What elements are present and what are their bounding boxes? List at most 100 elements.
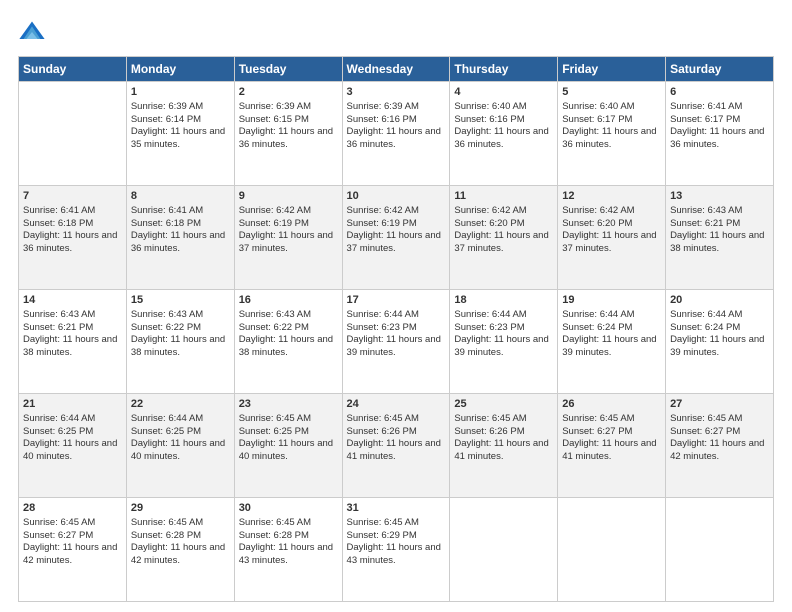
day-cell: 27Sunrise: 6:45 AM Sunset: 6:27 PMDayligh… xyxy=(666,394,774,498)
daylight: Daylight: 11 hours and 36 minutes. xyxy=(131,230,225,254)
day-number: 13 xyxy=(670,189,769,204)
day-number: 8 xyxy=(131,189,230,204)
sunrise: Sunrise: 6:40 AM xyxy=(562,101,634,112)
sunrise: Sunrise: 6:39 AM xyxy=(347,101,419,112)
sunrise: Sunrise: 6:39 AM xyxy=(131,101,203,112)
sunrise: Sunrise: 6:45 AM xyxy=(23,517,95,528)
sunrise: Sunrise: 6:42 AM xyxy=(239,205,311,216)
daylight: Daylight: 11 hours and 37 minutes. xyxy=(562,230,656,254)
sunset: Sunset: 6:20 PM xyxy=(562,218,632,229)
day-cell: 9Sunrise: 6:42 AMSunset: 6:19 PMDaylight… xyxy=(234,186,342,290)
daylight: Daylight: 11 hours and 36 minutes. xyxy=(670,126,764,150)
sunrise: Sunrise: 6:43 AM xyxy=(239,309,311,320)
day-cell: 19Sunrise: 6:44 AMSunset: 6:24 PMDayligh… xyxy=(558,290,666,394)
week-row-5: 28Sunrise: 6:45 AMSunset: 6:27 PMDayligh… xyxy=(19,498,774,602)
sunrise: Sunrise: 6:45 AM xyxy=(239,517,311,528)
day-number: 5 xyxy=(562,85,661,100)
daylight: Daylight: 11 hours and 39 minutes. xyxy=(454,334,548,358)
day-cell: 15Sunrise: 6:43 AMSunset: 6:22 PMDayligh… xyxy=(126,290,234,394)
day-cell xyxy=(19,82,127,186)
daylight: Daylight: 11 hours and 36 minutes. xyxy=(562,126,656,150)
day-number: 21 xyxy=(23,397,122,412)
sunset: Sunset: 6:26 PM xyxy=(454,426,524,437)
sunrise: Sunrise: 6:40 AM xyxy=(454,101,526,112)
sunset: Sunset: 6:19 PM xyxy=(239,218,309,229)
day-number: 28 xyxy=(23,501,122,516)
weekday-header-monday: Monday xyxy=(126,57,234,82)
day-number: 12 xyxy=(562,189,661,204)
day-cell: 23Sunrise: 6:45 AMSunset: 6:25 PMDayligh… xyxy=(234,394,342,498)
day-number: 10 xyxy=(347,189,446,204)
day-number: 25 xyxy=(454,397,553,412)
daylight: Daylight: 11 hours and 36 minutes. xyxy=(347,126,441,150)
sunrise: Sunrise: 6:44 AM xyxy=(131,413,203,424)
logo xyxy=(18,18,48,46)
sunset: Sunset: 6:17 PM xyxy=(562,114,632,125)
sunrise: Sunrise: 6:44 AM xyxy=(670,309,742,320)
week-row-1: 1Sunrise: 6:39 AMSunset: 6:14 PMDaylight… xyxy=(19,82,774,186)
day-number: 31 xyxy=(347,501,446,516)
sunset: Sunset: 6:28 PM xyxy=(239,530,309,541)
day-cell: 2Sunrise: 6:39 AM Sunset: 6:15 PMDaylight… xyxy=(234,82,342,186)
daylight: Daylight: 11 hours and 41 minutes. xyxy=(454,438,548,462)
day-cell: 8Sunrise: 6:41 AM Sunset: 6:18 PMDaylight… xyxy=(126,186,234,290)
sunrise: Sunrise: 6:39 AM xyxy=(239,101,311,112)
sunset: Sunset: 6:24 PM xyxy=(562,322,632,333)
day-cell: 30Sunrise: 6:45 AM Sunset: 6:28 PMDayligh… xyxy=(234,498,342,602)
daylight: Daylight: 11 hours and 37 minutes. xyxy=(347,230,441,254)
day-number: 30 xyxy=(239,501,338,516)
daylight: Daylight: 11 hours and 39 minutes. xyxy=(562,334,656,358)
sunset: Sunset: 6:25 PM xyxy=(23,426,93,437)
sunset: Sunset: 6:23 PM xyxy=(454,322,524,333)
day-cell: 28Sunrise: 6:45 AMSunset: 6:27 PMDayligh… xyxy=(19,498,127,602)
sunrise: Sunrise: 6:45 AM xyxy=(239,413,311,424)
sunrise: Sunrise: 6:43 AM xyxy=(23,309,95,320)
day-cell: 24Sunrise: 6:45 AMSunset: 6:26 PMDayligh… xyxy=(342,394,450,498)
day-cell: 18Sunrise: 6:44 AMSunset: 6:23 PMDayligh… xyxy=(450,290,558,394)
sunset: Sunset: 6:23 PM xyxy=(347,322,417,333)
sunrise: Sunrise: 6:44 AM xyxy=(23,413,95,424)
daylight: Daylight: 11 hours and 41 minutes. xyxy=(347,438,441,462)
sunset: Sunset: 6:26 PM xyxy=(347,426,417,437)
day-number: 26 xyxy=(562,397,661,412)
day-cell: 4Sunrise: 6:40 AMSunset: 6:16 PMDaylight… xyxy=(450,82,558,186)
sunset: Sunset: 6:18 PM xyxy=(131,218,201,229)
day-number: 27 xyxy=(670,397,769,412)
sunrise: Sunrise: 6:45 AM xyxy=(670,413,742,424)
sunset: Sunset: 6:22 PM xyxy=(239,322,309,333)
day-number: 19 xyxy=(562,293,661,308)
day-number: 9 xyxy=(239,189,338,204)
day-number: 14 xyxy=(23,293,122,308)
day-number: 17 xyxy=(347,293,446,308)
daylight: Daylight: 11 hours and 42 minutes. xyxy=(670,438,764,462)
day-number: 29 xyxy=(131,501,230,516)
daylight: Daylight: 11 hours and 38 minutes. xyxy=(670,230,764,254)
daylight: Daylight: 11 hours and 43 minutes. xyxy=(239,542,333,566)
day-cell xyxy=(558,498,666,602)
sunset: Sunset: 6:17 PM xyxy=(670,114,740,125)
day-cell: 7Sunrise: 6:41 AMSunset: 6:18 PMDaylight… xyxy=(19,186,127,290)
day-number: 23 xyxy=(239,397,338,412)
sunset: Sunset: 6:16 PM xyxy=(347,114,417,125)
sunset: Sunset: 6:21 PM xyxy=(23,322,93,333)
day-number: 6 xyxy=(670,85,769,100)
daylight: Daylight: 11 hours and 39 minutes. xyxy=(670,334,764,358)
day-cell: 31Sunrise: 6:45 AMSunset: 6:29 PMDayligh… xyxy=(342,498,450,602)
daylight: Daylight: 11 hours and 36 minutes. xyxy=(454,126,548,150)
sunrise: Sunrise: 6:41 AM xyxy=(131,205,203,216)
day-number: 18 xyxy=(454,293,553,308)
sunrise: Sunrise: 6:45 AM xyxy=(562,413,634,424)
day-cell: 1Sunrise: 6:39 AMSunset: 6:14 PMDaylight… xyxy=(126,82,234,186)
day-number: 3 xyxy=(347,85,446,100)
day-number: 2 xyxy=(239,85,338,100)
day-number: 16 xyxy=(239,293,338,308)
day-number: 1 xyxy=(131,85,230,100)
sunset: Sunset: 6:27 PM xyxy=(670,426,740,437)
sunset: Sunset: 6:15 PM xyxy=(239,114,309,125)
sunrise: Sunrise: 6:42 AM xyxy=(454,205,526,216)
sunset: Sunset: 6:27 PM xyxy=(23,530,93,541)
day-number: 22 xyxy=(131,397,230,412)
weekday-header-thursday: Thursday xyxy=(450,57,558,82)
daylight: Daylight: 11 hours and 37 minutes. xyxy=(454,230,548,254)
daylight: Daylight: 11 hours and 36 minutes. xyxy=(239,126,333,150)
